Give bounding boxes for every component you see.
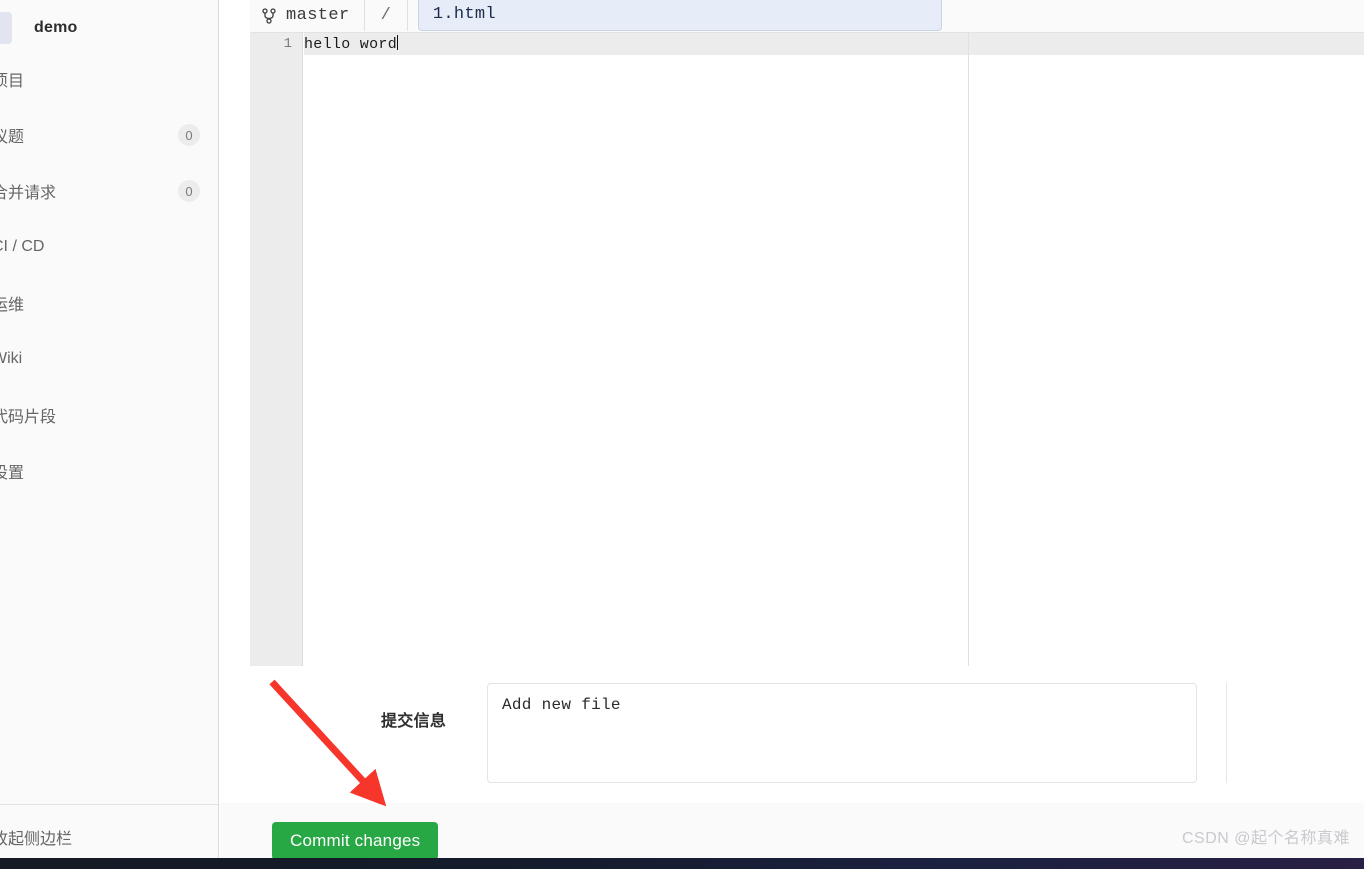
actions-bar: Commit changes CSDN @起个名称真难 bbox=[220, 803, 1364, 860]
project-name: demo bbox=[34, 19, 78, 36]
code-editor-pane[interactable]: 1 hello word bbox=[250, 32, 1364, 666]
line-number: 1 bbox=[283, 36, 292, 52]
sidebar-item-label: 代码片段 bbox=[0, 409, 57, 426]
sidebar-item-label: 设置 bbox=[0, 465, 25, 482]
sidebar-item-label: 运维 bbox=[0, 297, 25, 314]
commit-changes-button[interactable]: Commit changes bbox=[272, 822, 439, 860]
sidebar-item-snippets[interactable]: 代码片段 bbox=[0, 400, 218, 430]
sidebar-nav-list: 项目 议题 0 合并请求 0 CI / CD 运维 Wiki 代码片段 bbox=[0, 64, 218, 486]
sidebar-item-operations[interactable]: 运维 bbox=[0, 288, 218, 318]
app-root: demo 项目 议题 0 合并请求 0 CI / CD 运维 Wiki bbox=[0, 0, 1364, 869]
sidebar: demo 项目 议题 0 合并请求 0 CI / CD 运维 Wiki bbox=[0, 0, 219, 869]
sidebar-item-ci-cd[interactable]: CI / CD bbox=[0, 232, 218, 262]
sidebar-item-label: 合并请求 bbox=[0, 185, 57, 202]
sidebar-item-label: 项目 bbox=[0, 73, 25, 90]
active-line-highlight bbox=[304, 33, 1364, 55]
code-text: hello word bbox=[304, 36, 398, 53]
sidebar-item-badge: 0 bbox=[178, 124, 200, 146]
branch-selector[interactable]: master bbox=[250, 0, 365, 31]
project-avatar bbox=[0, 12, 12, 44]
branch-icon bbox=[262, 7, 276, 24]
watermark: CSDN @起个名称真难 bbox=[1181, 830, 1350, 847]
sidebar-item-badge: 0 bbox=[178, 180, 200, 202]
commit-message-label: 提交信息 bbox=[381, 713, 447, 730]
code-line-1[interactable]: hello word bbox=[304, 35, 399, 54]
sidebar-item-merge-requests[interactable]: 合并请求 0 bbox=[0, 176, 218, 206]
form-divider bbox=[1226, 683, 1227, 783]
file-path-header: master / 1.html bbox=[250, 0, 1364, 31]
commit-message-input[interactable]: Add new file bbox=[487, 683, 1197, 783]
sidebar-item-label: CI / CD bbox=[0, 238, 45, 255]
commit-message-form: 提交信息 Add new file bbox=[250, 666, 1364, 804]
sidebar-item-label: Wiki bbox=[0, 350, 23, 367]
path-separator: / bbox=[365, 0, 408, 31]
text-caret bbox=[397, 35, 399, 50]
collapse-sidebar-label: 收起侧边栏 bbox=[0, 831, 73, 848]
window-bottom-bar bbox=[0, 858, 1364, 869]
sidebar-item-wiki[interactable]: Wiki bbox=[0, 344, 218, 374]
print-margin-ruler bbox=[968, 33, 969, 666]
sidebar-project-header[interactable]: demo bbox=[0, 0, 218, 56]
line-number-gutter: 1 bbox=[250, 33, 303, 666]
branch-name: master bbox=[286, 6, 350, 25]
file-editor: master / 1.html 1 hello word bbox=[250, 0, 1364, 666]
sidebar-item-settings[interactable]: 设置 bbox=[0, 456, 218, 486]
filename-input[interactable]: 1.html bbox=[417, 0, 942, 31]
main-content: master / 1.html 1 hello word 提交信息 Add ne… bbox=[220, 0, 1364, 869]
sidebar-item-project[interactable]: 项目 bbox=[0, 64, 218, 94]
sidebar-item-label: 议题 bbox=[0, 129, 25, 146]
sidebar-item-issues[interactable]: 议题 0 bbox=[0, 120, 218, 150]
